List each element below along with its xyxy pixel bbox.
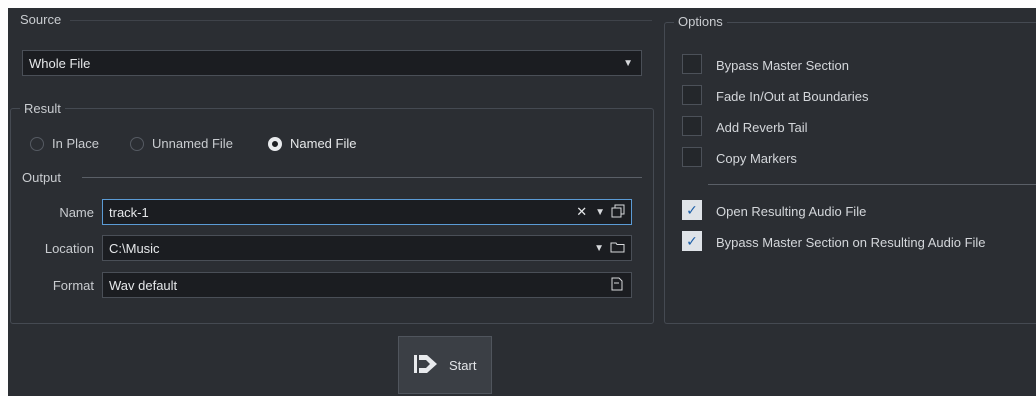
source-title: Source [20,12,62,27]
chevron-down-icon[interactable]: ▼ [595,207,605,218]
format-input[interactable]: Wav default [102,272,632,298]
checkbox-open-resulting[interactable]: ✓ [682,200,702,220]
start-arrow-icon [413,353,439,378]
chevron-down-icon: ▼ [623,57,633,69]
checkbox-label: Bypass Master Section [716,58,849,73]
source-title-rule [70,20,652,21]
radio-named-file[interactable]: Named File [268,136,356,151]
radio-circle [30,136,44,151]
name-label: Name [59,205,94,220]
radio-unnamed-file[interactable]: Unnamed File [130,136,233,151]
radio-label: Named File [290,136,357,151]
start-button-label: Start [449,357,477,373]
radio-in-place[interactable]: In Place [30,136,99,151]
radio-label: Unnamed File [152,136,233,151]
checkbox-label: Copy Markers [716,151,797,166]
radio-label: In Place [52,136,99,151]
checkbox-label: Bypass Master Section on Resulting Audio… [716,235,986,250]
source-select-value: Whole File [29,55,91,71]
output-title-rule [82,177,642,178]
options-title: Options [674,14,727,29]
name-input-value: track-1 [109,204,149,220]
clear-icon[interactable]: ✕ [576,204,587,220]
name-input[interactable]: track-1 ✕ ▼ [102,199,632,225]
copy-icon[interactable] [611,204,625,221]
checkbox-fade-in-out[interactable] [682,85,702,105]
radio-circle [130,136,144,151]
options-divider [708,184,1036,185]
radio-circle [268,136,282,151]
source-select[interactable]: Whole File ▼ [22,50,642,76]
folder-icon[interactable] [610,241,625,256]
checkbox-bypass-master-resulting[interactable]: ✓ [682,231,702,251]
chevron-down-icon[interactable]: ▼ [594,243,604,254]
checkbox-label: Fade In/Out at Boundaries [716,89,869,104]
format-input-value: Wav default [109,277,178,293]
document-icon[interactable] [611,277,623,294]
location-input-value: C:\Music [109,240,160,256]
checkbox-label: Add Reverb Tail [716,120,808,135]
checkbox-reverb-tail[interactable] [682,116,702,136]
result-title: Result [20,101,65,116]
output-title: Output [22,170,62,185]
location-label: Location [44,241,94,256]
checkbox-label: Open Resulting Audio File [716,204,867,219]
checkbox-copy-markers[interactable] [682,147,702,167]
checkbox-bypass-master[interactable] [682,54,702,74]
start-button[interactable]: Start [398,336,492,394]
location-input[interactable]: C:\Music ▼ [102,235,632,261]
format-label: Format [52,278,94,293]
